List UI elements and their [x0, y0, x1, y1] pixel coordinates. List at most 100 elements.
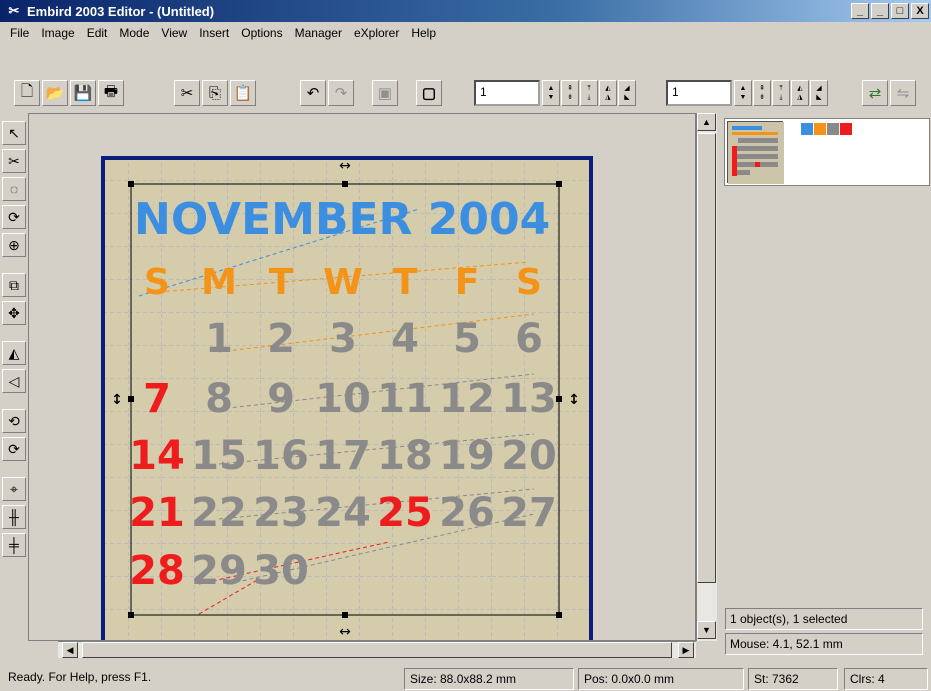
hoop-button[interactable]: ▢: [416, 80, 442, 106]
copy-button[interactable]: ⎘: [202, 80, 228, 106]
menu-mode[interactable]: Mode: [113, 26, 155, 40]
day-number: 19: [439, 433, 495, 479]
spin-fast-1[interactable]: ◭ ◮: [599, 80, 617, 106]
maximize-button[interactable]: □: [891, 3, 909, 19]
day-number: 30: [253, 548, 309, 594]
rotate-tool[interactable]: ⟳: [2, 205, 26, 229]
extra-down-icon: ◣: [624, 94, 630, 101]
redo-icon: ↷: [334, 85, 348, 102]
select-tool[interactable]: ↖: [2, 121, 26, 145]
scroll-up-button[interactable]: ▲: [697, 113, 716, 131]
menu-options[interactable]: Options: [235, 26, 288, 40]
spin-up-down-2[interactable]: ▲ ▼: [734, 80, 752, 106]
mirror-horizontal-tool[interactable]: ◭: [2, 341, 26, 365]
swatch-blue[interactable]: [801, 123, 813, 135]
scroll-down-button[interactable]: ▼: [697, 621, 716, 639]
spin-fast-2[interactable]: ◭ ◮: [791, 80, 809, 106]
menu-edit[interactable]: Edit: [81, 26, 114, 40]
split-tool[interactable]: ✂: [2, 149, 26, 173]
center-tool[interactable]: ⌖: [2, 477, 26, 501]
redo-button[interactable]: ↷: [328, 80, 354, 106]
new-button[interactable]: 🗋: [14, 80, 40, 106]
swatch-red[interactable]: [840, 123, 852, 135]
move-tool[interactable]: ✥: [2, 301, 26, 325]
minimize-button[interactable]: _: [851, 3, 869, 19]
restore-button[interactable]: _: [871, 3, 889, 19]
resize-tool[interactable]: ⧉: [2, 273, 26, 297]
open-folder-icon: 📂: [45, 85, 65, 102]
menu-explorer[interactable]: eXplorer: [348, 26, 405, 40]
spin-up-down-1[interactable]: ▲ ▼: [542, 80, 560, 106]
spin-extra-1[interactable]: ◢ ◣: [618, 80, 636, 106]
day-number: 27: [501, 490, 557, 536]
horizontal-scroll-thumb[interactable]: [82, 642, 672, 658]
handle-bottom-left[interactable]: [128, 612, 134, 618]
spin-max-2[interactable]: ⤒ ⤓: [772, 80, 790, 106]
handle-bottom-right[interactable]: [556, 612, 562, 618]
design-svg[interactable]: ↔ ↔ ↕ ↕ NOVEMBER 2004 SMTWTFS 1 2 3 4 5 67 8 9 1…: [29, 114, 696, 641]
title-bar: ✂ Embird 2003 Editor - (Untitled) _ _ □ …: [0, 0, 931, 22]
spin-step-1[interactable]: ⇞ ⇟: [561, 80, 579, 106]
toolbar-field-1[interactable]: 1: [474, 80, 540, 106]
spin-extra-2[interactable]: ◢ ◣: [810, 80, 828, 106]
scroll-left-button[interactable]: ◀: [62, 642, 78, 658]
day-number: 8: [205, 376, 233, 422]
menu-bar: File Image Edit Mode View Insert Options…: [0, 22, 931, 44]
day-number: 20: [501, 433, 557, 479]
handle-right[interactable]: [556, 396, 562, 402]
menu-insert[interactable]: Insert: [193, 26, 235, 40]
object-info-button[interactable]: ▣: [372, 80, 398, 106]
zoom-tool[interactable]: ⊕: [2, 233, 26, 257]
swatch-orange[interactable]: [814, 123, 826, 135]
day-number: 4: [391, 316, 419, 362]
menu-image[interactable]: Image: [35, 26, 80, 40]
toolbar-field-2[interactable]: 1: [666, 80, 732, 106]
object-list[interactable]: [724, 118, 930, 186]
handle-top[interactable]: [342, 181, 348, 187]
rotate-right-tool[interactable]: ⟳: [2, 437, 26, 461]
resize-horizontal-arrow-icon: ↕: [568, 392, 580, 408]
day-number: 2: [267, 316, 295, 362]
handle-left[interactable]: [128, 396, 134, 402]
lasso-tool[interactable]: ◌: [2, 177, 26, 201]
weekday-label: F: [455, 262, 480, 303]
day-number: 17: [315, 433, 371, 479]
scissors-icon: ✂: [180, 85, 194, 102]
mirror-tool-button[interactable]: ⇄: [862, 80, 888, 106]
left-toolbox: ↖ ✂ ◌ ⟳ ⊕ ⧉ ✥ ◭ ◁ ⟲ ⟳ ⌖ ╫ ╪: [0, 113, 28, 653]
align-horizontal-tool[interactable]: ╪: [2, 533, 26, 557]
hoop-icon: ▢: [421, 85, 437, 102]
save-button[interactable]: 💾: [70, 80, 96, 106]
vertical-scroll-thumb[interactable]: [697, 133, 716, 583]
open-button[interactable]: 📂: [42, 80, 68, 106]
join-tool-button[interactable]: ⇋: [890, 80, 916, 106]
spin-max-1[interactable]: ⤒ ⤓: [580, 80, 598, 106]
menu-file[interactable]: File: [4, 26, 35, 40]
close-button[interactable]: X: [911, 3, 929, 19]
mirror-vertical-tool[interactable]: ◁: [2, 369, 26, 393]
rotate-left-tool[interactable]: ⟲: [2, 409, 26, 433]
menu-manager[interactable]: Manager: [289, 26, 348, 40]
day-number: 24: [315, 490, 371, 536]
weekday-label: S: [144, 262, 170, 303]
scroll-right-button[interactable]: ▶: [678, 642, 694, 658]
paste-button[interactable]: 📋: [230, 80, 256, 106]
object-panel: [719, 113, 931, 658]
menu-view[interactable]: View: [155, 26, 193, 40]
handle-top-left[interactable]: [128, 181, 134, 187]
menu-help[interactable]: Help: [405, 26, 442, 40]
design-canvas[interactable]: ↔ ↔ ↕ ↕ NOVEMBER 2004 SMTWTFS 1234567891…: [28, 113, 696, 641]
cut-button[interactable]: ✂: [174, 80, 200, 106]
undo-button[interactable]: ↶: [300, 80, 326, 106]
print-button[interactable]: 🖶: [98, 80, 124, 106]
mirror-arrows-icon: ⇄: [868, 85, 882, 102]
day-number: 26: [439, 490, 495, 536]
canvas-horizontal-scrollbar[interactable]: ◀ ▶: [58, 641, 696, 658]
spin-step-2[interactable]: ⇞ ⇟: [753, 80, 771, 106]
handle-top-right[interactable]: [556, 181, 562, 187]
canvas-vertical-scrollbar[interactable]: ▲ ▼: [696, 113, 717, 641]
handle-bottom[interactable]: [342, 612, 348, 618]
design-thumbnail[interactable]: [727, 121, 784, 184]
align-vertical-tool[interactable]: ╫: [2, 505, 26, 529]
swatch-gray[interactable]: [827, 123, 839, 135]
